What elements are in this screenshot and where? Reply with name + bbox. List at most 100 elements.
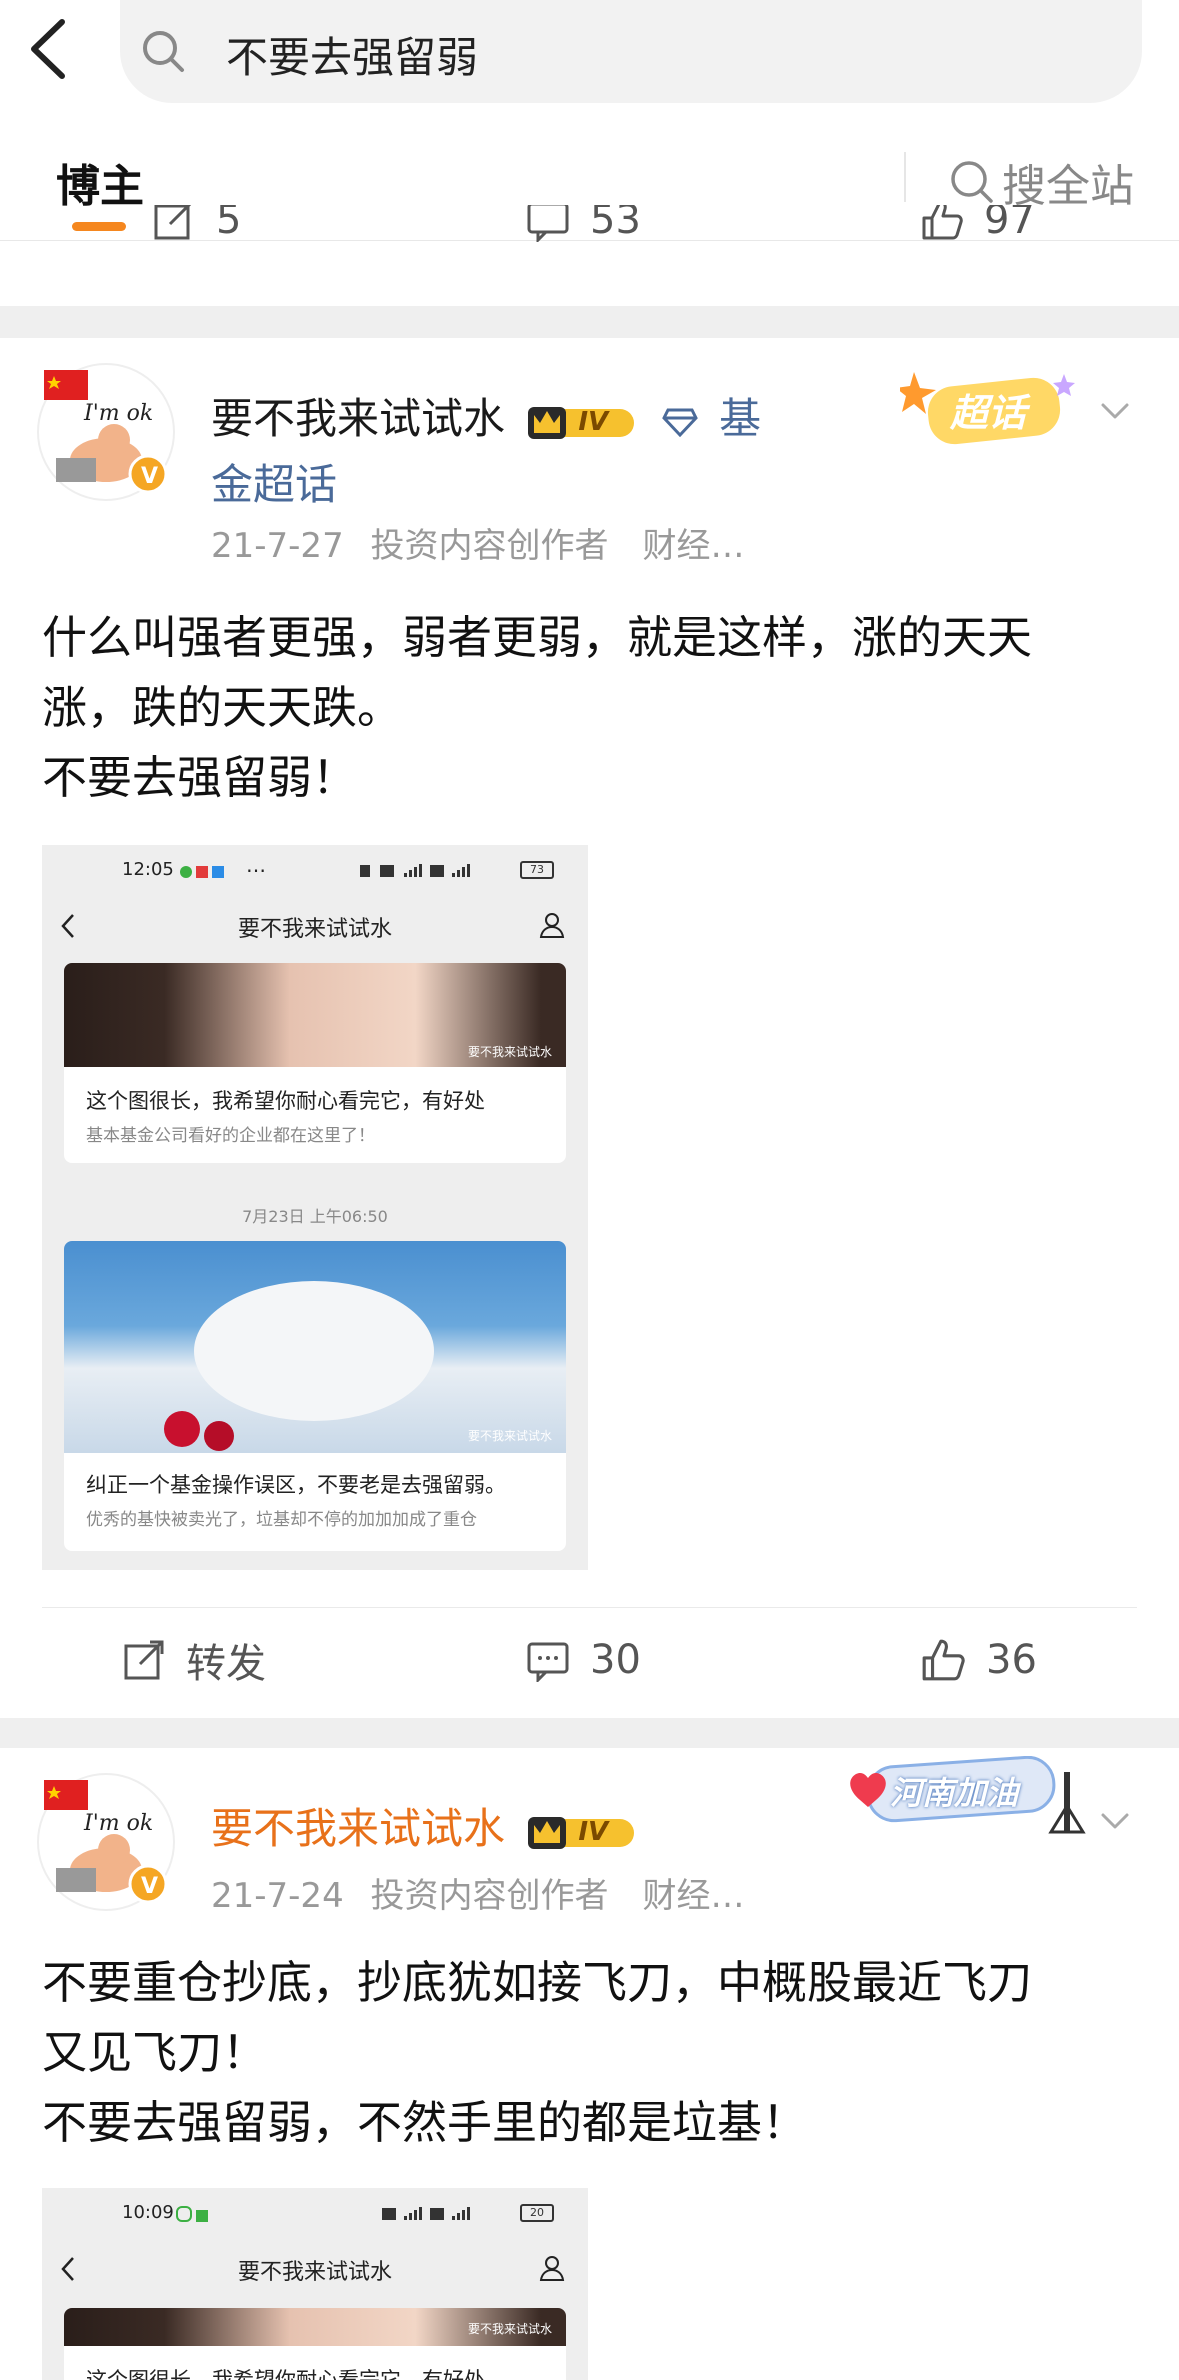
chat-title: 要不我来试试水: [237, 917, 392, 942]
level-badge: IV: [526, 403, 638, 441]
repost-button[interactable]: 转发: [122, 1615, 266, 1705]
post-image[interactable]: 12:05 … 73 要不我来试试水 要不我来试试水 这个图很长，我希望你耐心看…: [42, 845, 588, 1570]
post-text[interactable]: 什么叫强者更强，弱者更弱，就是这样，涨的天天 涨，跌的天天跌。 不要去强留弱！: [42, 603, 1142, 813]
text-line: 不要去强留弱，不然手里的都是垃基！: [42, 2096, 808, 2149]
supertopic-link-cont[interactable]: 金超话: [211, 460, 337, 509]
person-icon: [539, 2256, 565, 2281]
henan-sticker[interactable]: 河南加油: [846, 1755, 1096, 1836]
signal-icons: [360, 864, 470, 877]
back-button[interactable]: [20, 14, 80, 84]
previous-post-actions: 5 53 97: [0, 205, 1179, 275]
app-icon: [212, 866, 224, 878]
repost-icon: [154, 205, 192, 240]
thumbs-up-icon: [922, 205, 963, 240]
post-meta: 21-7-24 投资内容创作者 财经…: [211, 1868, 745, 1917]
text-line: 又见飞刀！: [42, 2026, 268, 2079]
post-source: 投资内容创作者 财经…: [370, 526, 745, 566]
like-button[interactable]: 97: [920, 205, 1035, 265]
card-image: [64, 1241, 566, 1453]
post-source: 投资内容创作者 财经…: [370, 1876, 745, 1916]
svg-text:V: V: [141, 1874, 158, 1899]
cloud-shape: [194, 1281, 434, 1421]
chevron-down-icon[interactable]: [1100, 1806, 1130, 1836]
search-icon: [143, 31, 184, 72]
level-text: IV: [578, 1816, 609, 1847]
thumbs-up-icon: [922, 1639, 965, 1681]
level-badge: IV: [526, 1813, 638, 1851]
comment-button[interactable]: 53: [526, 205, 641, 265]
text-line: 不要重仓抄底，抄底犹如接飞刀，中概股最近飞刀: [42, 1956, 1033, 2009]
watermark: 要不我来试试水: [467, 1045, 552, 1059]
author-name[interactable]: 要不我来试试水: [211, 1804, 505, 1853]
search-icon: [951, 161, 993, 203]
author-row: 要不我来试试水 IV: [211, 1796, 638, 1862]
like-count: 97: [984, 205, 1035, 243]
signal-icons: [382, 2207, 470, 2220]
app-icon: [196, 866, 208, 878]
svg-text:I'm ok: I'm ok: [83, 401, 153, 426]
comment-count: 30: [590, 1637, 641, 1683]
watermark: 要不我来试试水: [467, 2322, 552, 2336]
text-line: 不要去强留弱！: [42, 751, 358, 804]
section-separator: [0, 306, 1179, 338]
section-separator: [0, 1718, 1179, 1748]
card-subtitle: 优秀的基快被卖光了，垃基却不停的加加加成了重仓: [86, 1510, 477, 1530]
chevron-down-icon[interactable]: [1100, 396, 1130, 426]
post-meta: 21-7-27 投资内容创作者 财经…: [211, 518, 745, 567]
repost-icon: [124, 1640, 164, 1680]
flower-shape: [164, 1411, 200, 1447]
search-bar[interactable]: 不要去强留弱: [120, 0, 1142, 103]
comment-icon: [527, 205, 569, 242]
text-line: 什么叫强者更强，弱者更弱，就是这样，涨的天天: [42, 611, 1033, 664]
comment-icon: [527, 1642, 569, 1682]
author-name[interactable]: 要不我来试试水: [211, 394, 505, 443]
avatar-image: I'm ok V: [37, 363, 175, 501]
app-icon: [176, 2206, 192, 2222]
chat-header: 要不我来试试水: [42, 2238, 588, 2298]
repost-count: 5: [216, 205, 242, 243]
repost-label: 转发: [186, 1641, 266, 1687]
supertopic-sticker[interactable]: 超话: [896, 366, 1090, 454]
flower-shape: [204, 1421, 234, 1451]
sticker-label: 超话: [950, 391, 1027, 435]
avatar-image: I'm ok V: [37, 1773, 175, 1911]
sticker-label: 河南加油: [890, 1774, 1019, 1812]
status-bar: 10:09 20: [42, 2188, 588, 2238]
article-card: 要不我来试试水 纠正一个基金操作误区，不要老是去强留弱。 优秀的基快被卖光了，垃…: [64, 1241, 566, 1551]
notification-icons: [176, 2206, 208, 2226]
author-row: 要不我来试试水 IV 基 金超话: [211, 386, 771, 518]
post-image[interactable]: 10:09 20 要不我来试试水 要不我来试试水 这个图很长，我希望你耐心看完它…: [42, 2188, 588, 2380]
level-text: IV: [578, 406, 609, 437]
post-time: 21-7-24: [211, 1876, 344, 1916]
avatar[interactable]: I'm ok V: [36, 1772, 176, 1912]
card-title: 纠正一个基金操作误区，不要老是去强留弱。: [86, 1473, 506, 1497]
repost-button[interactable]: 5: [152, 205, 241, 265]
supertopic-link[interactable]: 基: [719, 394, 761, 443]
person-icon: [539, 913, 565, 938]
chat-header: 要不我来试试水: [42, 895, 588, 955]
post-text[interactable]: 不要重仓抄底，抄底犹如接飞刀，中概股最近飞刀 又见飞刀！ 不要去强留弱，不然手里…: [42, 1948, 1142, 2158]
chat-app-icon: [180, 866, 192, 878]
text-line: 涨，跌的天天跌。: [42, 681, 403, 734]
like-button[interactable]: 36: [920, 1615, 1037, 1705]
like-count: 36: [986, 1637, 1037, 1683]
avatar[interactable]: I'm ok V: [36, 362, 176, 502]
battery-indicator: 20: [520, 2204, 554, 2222]
article-card: 要不我来试试水 这个图很长，我希望你耐心看完它，有好处: [64, 2308, 566, 2380]
card-subtitle: 基本基金公司看好的企业都在这里了！: [86, 1126, 375, 1146]
post-actions: 转发 30 36: [0, 1615, 1179, 1705]
card-title: 这个图很长，我希望你耐心看完它，有好处: [86, 2368, 485, 2380]
battery-indicator: 73: [520, 861, 554, 879]
search-query-text[interactable]: 不要去强留弱: [226, 24, 478, 85]
chat-title: 要不我来试试水: [237, 2260, 392, 2285]
comment-button[interactable]: 30: [526, 1615, 641, 1705]
diamond-icon: [661, 408, 698, 437]
actions-divider: [42, 1607, 1137, 1608]
more-icon: …: [246, 853, 266, 877]
post-time: 21-7-27: [211, 526, 344, 566]
status-time: 12:05: [122, 859, 174, 880]
status-time: 10:09: [122, 2202, 174, 2223]
card-title: 这个图很长，我希望你耐心看完它，有好处: [86, 1089, 485, 1113]
back-arrow-icon: [31, 19, 65, 79]
tab-divider: [904, 152, 906, 202]
